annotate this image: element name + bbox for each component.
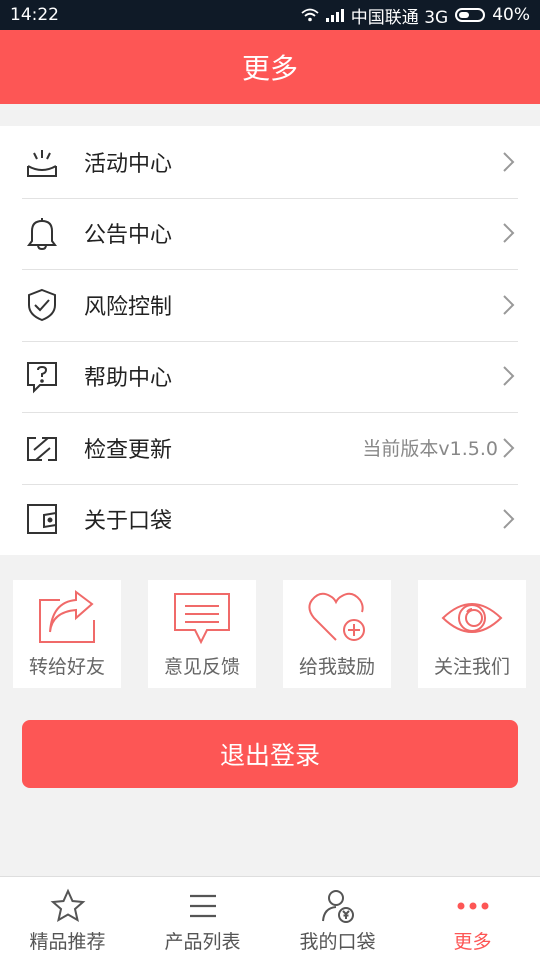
star-icon xyxy=(50,887,86,925)
tab-my-pocket[interactable]: 我的口袋 xyxy=(270,877,405,960)
menu-item-activity[interactable]: 活动中心 xyxy=(0,126,540,198)
chevron-right-icon xyxy=(503,152,515,172)
share-icon xyxy=(39,590,95,643)
tab-recommend[interactable]: 精品推荐 xyxy=(0,877,135,960)
tab-products[interactable]: 产品列表 xyxy=(135,877,270,960)
refresh-icon xyxy=(22,428,62,468)
wifi-icon xyxy=(301,8,319,22)
menu-item-risk-control[interactable]: 风险控制 xyxy=(0,269,540,341)
menu-label: 关于口袋 xyxy=(84,509,173,535)
menu-item-help[interactable]: 帮助中心 xyxy=(0,340,540,413)
tile-label: 给我鼓励 xyxy=(298,656,375,678)
status-time: 14:22 xyxy=(10,5,59,25)
bottom-tab-bar: 精品推荐 产品列表 我的口袋 更多 xyxy=(0,876,540,960)
version-label: 当前版本v1.5.0 xyxy=(362,438,498,461)
feedback-tile[interactable]: 意见反馈 xyxy=(148,580,256,688)
eye-icon xyxy=(441,603,503,633)
menu-item-announcement[interactable]: 公告中心 xyxy=(0,197,540,270)
shortcut-tiles: 转给好友 意见反馈 给我鼓励 关注我们 xyxy=(0,580,540,688)
bell-icon xyxy=(22,213,62,253)
logout-button[interactable]: 退出登录 xyxy=(22,720,518,788)
tab-label: 精品推荐 xyxy=(29,931,106,953)
tile-label: 转给好友 xyxy=(28,656,105,678)
wallet-icon xyxy=(22,499,62,539)
more-dots-icon xyxy=(455,887,491,925)
app-header: 更多 xyxy=(0,30,540,104)
chevron-right-icon xyxy=(503,223,515,243)
follow-tile[interactable]: 关注我们 xyxy=(418,580,526,688)
menu-label: 风险控制 xyxy=(84,294,173,320)
help-question-icon xyxy=(22,356,62,396)
signal-icon xyxy=(325,9,344,22)
menu-item-check-update[interactable]: 检查更新 当前版本v1.5.0 xyxy=(0,412,540,484)
tab-label: 产品列表 xyxy=(164,931,241,953)
tab-label: 我的口袋 xyxy=(299,931,376,953)
menu-label: 帮助中心 xyxy=(84,366,173,392)
tile-label: 关注我们 xyxy=(433,656,510,678)
menu-label: 检查更新 xyxy=(84,437,173,463)
page-title: 更多 xyxy=(241,52,298,85)
share-tile[interactable]: 转给好友 xyxy=(13,580,121,688)
menu-label: 活动中心 xyxy=(84,151,173,177)
chevron-right-icon xyxy=(503,366,515,386)
list-icon xyxy=(185,887,221,925)
activity-icon xyxy=(22,142,62,182)
tab-label: 更多 xyxy=(453,931,492,953)
feedback-icon xyxy=(174,593,230,645)
chevron-right-icon xyxy=(503,295,515,315)
chevron-right-icon xyxy=(503,509,515,529)
chevron-right-icon xyxy=(503,438,515,458)
status-battery: 40% xyxy=(492,5,530,25)
user-money-icon xyxy=(320,887,356,925)
encourage-tile[interactable]: 给我鼓励 xyxy=(283,580,391,688)
tile-label: 意见反馈 xyxy=(163,656,240,678)
settings-menu: 活动中心 公告中心 风险控制 帮助中心 检查更新 当前版本v1.5.0 关于口袋 xyxy=(0,126,540,555)
heart-plus-icon xyxy=(308,592,365,641)
status-bar: 14:22 中国联通 3G 40% xyxy=(0,0,540,30)
menu-label: 公告中心 xyxy=(84,223,173,249)
tab-more[interactable]: 更多 xyxy=(405,877,540,960)
shield-check-icon xyxy=(22,285,62,325)
status-carrier: 中国联通 3G xyxy=(350,7,449,28)
menu-item-about[interactable]: 关于口袋 xyxy=(0,483,540,556)
battery-icon xyxy=(455,8,486,22)
